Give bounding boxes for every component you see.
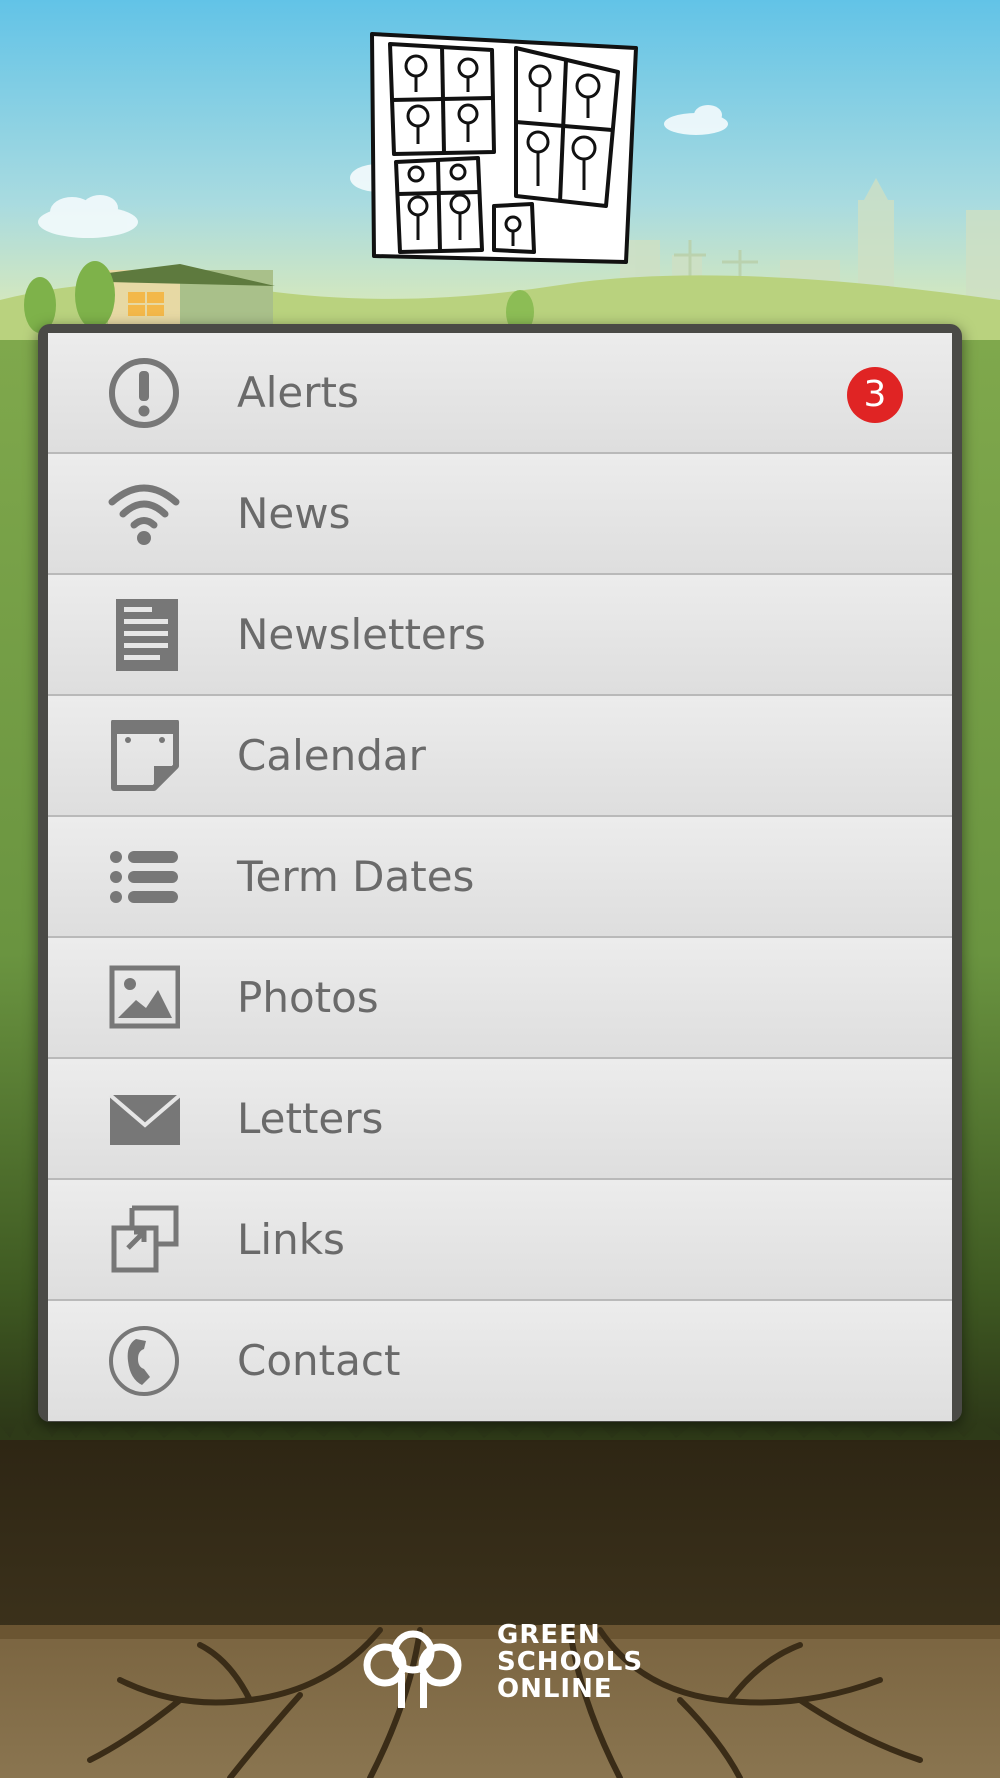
menu-item-label: Letters <box>237 1094 384 1143</box>
exclamation-circle-icon <box>108 357 180 429</box>
menu-item-label: Calendar <box>237 731 426 780</box>
menu-item-label: Alerts <box>237 368 359 417</box>
brand-line-3: ONLINE <box>497 1674 613 1704</box>
menu-item-label: News <box>237 489 351 538</box>
menu-item-alerts[interactable]: Alerts 3 <box>48 333 952 454</box>
brand-wordmark: GREEN SCHOOLS ONLINE <box>497 1622 657 1703</box>
menu-item-label: Newsletters <box>237 610 486 659</box>
image-icon <box>108 962 181 1034</box>
main-menu: Alerts 3 News Newsletters Calendar Term … <box>48 333 952 1421</box>
menu-item-newsletters[interactable]: Newsletters <box>48 575 952 696</box>
brand-line-2: SCHOOLS <box>497 1647 644 1677</box>
alerts-count-badge: 3 <box>847 367 903 423</box>
menu-item-links[interactable]: Links <box>48 1180 952 1301</box>
menu-item-label: Term Dates <box>237 852 475 901</box>
menu-item-label: Contact <box>237 1336 401 1385</box>
menu-item-contact[interactable]: Contact <box>48 1301 952 1421</box>
external-link-icon <box>108 1204 180 1276</box>
menu-item-label: Photos <box>237 973 379 1022</box>
menu-item-photos[interactable]: Photos <box>48 938 952 1059</box>
menu-item-letters[interactable]: Letters <box>48 1059 952 1180</box>
menu-item-news[interactable]: News <box>48 454 952 575</box>
brand-line-1: GREEN <box>497 1620 601 1650</box>
school-logo <box>366 26 642 268</box>
envelope-icon <box>108 1083 182 1155</box>
menu-item-term-dates[interactable]: Term Dates <box>48 817 952 938</box>
wifi-icon <box>108 478 180 550</box>
menu-item-calendar[interactable]: Calendar <box>48 696 952 817</box>
phone-icon <box>108 1325 180 1397</box>
document-icon <box>108 595 180 675</box>
menu-item-label: Links <box>237 1215 345 1264</box>
calendar-icon <box>108 719 180 792</box>
list-icon <box>108 841 180 913</box>
